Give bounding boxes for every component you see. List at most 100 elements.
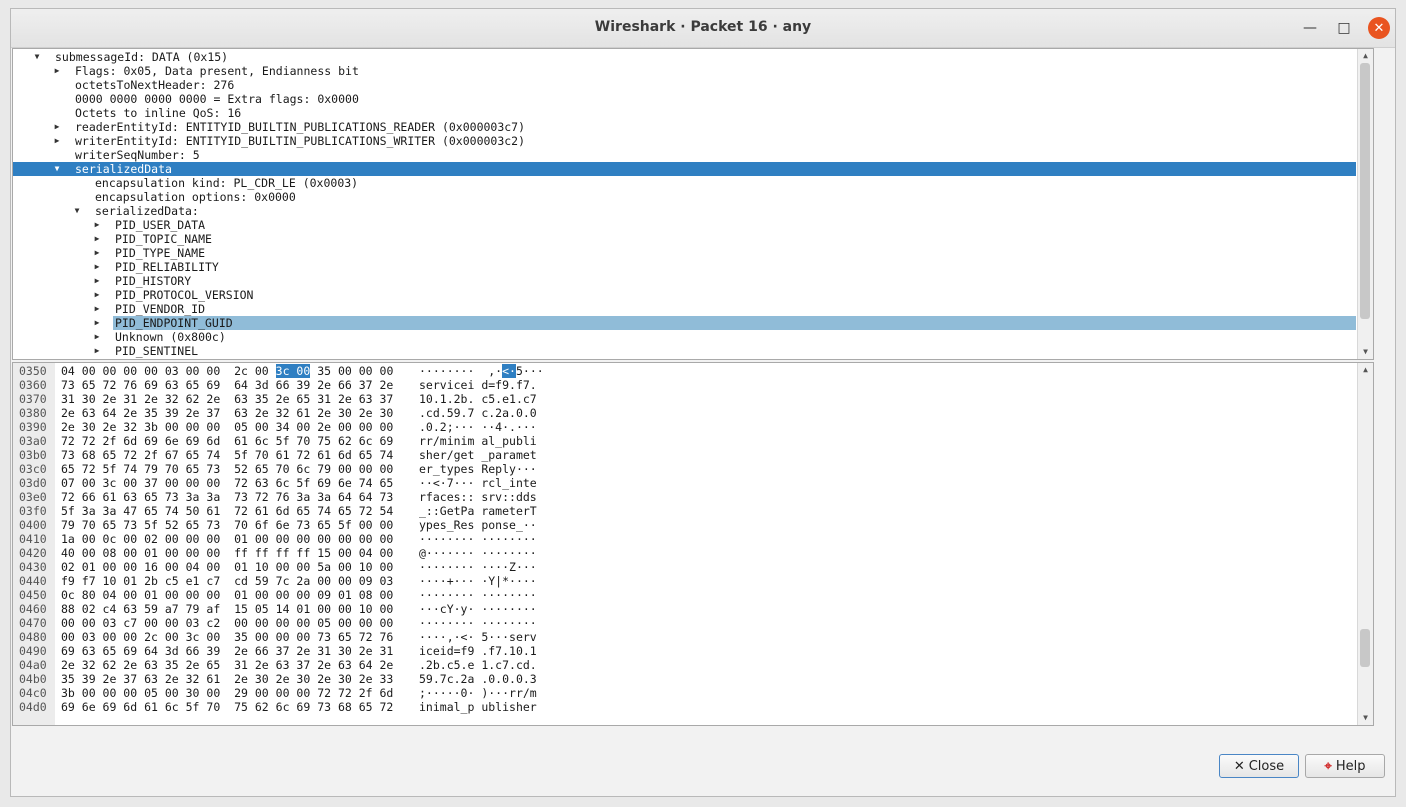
packet-details-tree[interactable]: ▲ ▼ ▼ submessageId: DATA (0x15) ▶ Flags: 0x… [12,48,1374,360]
ascii-bytes[interactable]: ········ ,·<·5··· [419,364,544,378]
hex-bytes[interactable]: 07 00 3c 00 37 00 00 00 72 63 6c 5f 69 6… [61,476,393,490]
hex-row[interactable]: 04b0 35 39 2e 37 63 2e 32 61 2e 30 2e 30 … [13,672,1353,686]
ascii-bytes[interactable]: @······· ········ [419,546,537,560]
ascii-bytes[interactable]: ····,·<· 5···serv [419,630,537,644]
tree-row[interactable]: ▶ PID_TOPIC_NAME [13,232,1356,246]
ascii-bytes[interactable]: er_types Reply··· [419,462,537,476]
hex-row[interactable]: 0430 02 01 00 00 16 00 04 00 01 10 00 00 … [13,560,1353,574]
ascii-bytes[interactable]: servicei d=f9.f7. [419,378,537,392]
tree-row[interactable]: ▶ PID_PROTOCOL_VERSION [13,288,1356,302]
hex-bytes[interactable]: 73 68 65 72 2f 67 65 74 5f 70 61 72 61 6… [61,448,393,462]
hex-row[interactable]: 0360 73 65 72 76 69 63 65 69 64 3d 66 39 … [13,378,1353,392]
triangle-right-icon[interactable]: ▶ [92,246,102,260]
tree-row[interactable]: ▶ readerEntityId: ENTITYID_BUILTIN_PUBLIC… [13,120,1356,134]
ascii-bytes[interactable]: ··<·7··· rcl_inte [419,476,537,490]
bytes-scroll-thumb[interactable] [1360,629,1370,667]
hex-row[interactable]: 0420 40 00 08 00 01 00 00 00 ff ff ff ff … [13,546,1353,560]
scroll-down-icon[interactable]: ▼ [1358,345,1373,359]
ascii-bytes[interactable]: .0.2;··· ··4·.··· [419,420,537,434]
scroll-up-icon[interactable]: ▲ [1358,363,1373,377]
hex-row[interactable]: 03b0 73 68 65 72 2f 67 65 74 5f 70 61 72 … [13,448,1353,462]
hex-row[interactable]: 0480 00 03 00 00 2c 00 3c 00 35 00 00 00 … [13,630,1353,644]
hex-bytes[interactable]: 02 01 00 00 16 00 04 00 01 10 00 00 5a 0… [61,560,393,574]
hex-row[interactable]: 0410 1a 00 0c 00 02 00 00 00 01 00 00 00 … [13,532,1353,546]
tree-row[interactable]: ▶ Unknown (0x800c) [13,330,1356,344]
hex-bytes[interactable]: 72 66 61 63 65 73 3a 3a 73 72 76 3a 3a 6… [61,490,393,504]
tree-scrollbar[interactable]: ▲ ▼ [1357,49,1373,359]
hex-row[interactable]: 03e0 72 66 61 63 65 73 3a 3a 73 72 76 3a … [13,490,1353,504]
hex-bytes[interactable]: 88 02 c4 63 59 a7 79 af 15 05 14 01 00 0… [61,602,393,616]
hex-bytes[interactable]: 2e 63 64 2e 35 39 2e 37 63 2e 32 61 2e 3… [61,406,393,420]
hex-bytes[interactable]: 72 72 2f 6d 69 6e 69 6d 61 6c 5f 70 75 6… [61,434,393,448]
tree-row[interactable]: encapsulation kind: PL_CDR_LE (0x0003) [13,176,1356,190]
triangle-right-icon[interactable]: ▶ [92,330,102,344]
triangle-right-icon[interactable]: ▶ [92,274,102,288]
ascii-bytes[interactable]: ····+··· ·Y|*···· [419,574,537,588]
hex-bytes[interactable]: 79 70 65 73 5f 52 65 73 70 6f 6e 73 65 5… [61,518,393,532]
tree-row[interactable]: ▶ PID_RELIABILITY [13,260,1356,274]
tree-row[interactable]: ▶ PID_TYPE_NAME [13,246,1356,260]
hex-bytes[interactable]: 1a 00 0c 00 02 00 00 00 01 00 00 00 00 0… [61,532,393,546]
ascii-bytes[interactable]: ···cY·y· ········ [419,602,537,616]
hex-bytes[interactable]: f9 f7 10 01 2b c5 e1 c7 cd 59 7c 2a 00 0… [61,574,393,588]
triangle-right-icon[interactable]: ▶ [52,120,62,134]
ascii-bytes[interactable]: ;·····0· )···rr/m [419,686,537,700]
hex-bytes[interactable]: 69 63 65 69 64 3d 66 39 2e 66 37 2e 31 3… [61,644,393,658]
triangle-down-icon[interactable]: ▼ [52,162,62,176]
hex-row[interactable]: 04c0 3b 00 00 00 05 00 30 00 29 00 00 00 … [13,686,1353,700]
maximize-icon[interactable]: □ [1333,17,1355,39]
ascii-bytes[interactable]: sher/get _paramet [419,448,537,462]
hex-bytes[interactable]: 31 30 2e 31 2e 32 62 2e 63 35 2e 65 31 2… [61,392,393,406]
tree-row[interactable]: ▼ submessageId: DATA (0x15) [13,50,1356,64]
close-icon[interactable]: ✕ [1368,17,1390,39]
hex-bytes[interactable]: 40 00 08 00 01 00 00 00 ff ff ff ff 15 0… [61,546,393,560]
triangle-right-icon[interactable]: ▶ [52,134,62,148]
ascii-bytes[interactable]: inimal_p ublisher [419,700,537,714]
tree-scroll-thumb[interactable] [1360,63,1370,319]
tree-row[interactable]: ▼ serializedData: [13,204,1356,218]
hex-row[interactable]: 03c0 65 72 5f 74 79 70 65 73 52 65 70 6c … [13,462,1353,476]
ascii-bytes[interactable]: ········ ········ [419,588,537,602]
tree-row[interactable]: ▶ PID_VENDOR_ID [13,302,1356,316]
tree-row[interactable]: octetsToNextHeader: 276 [13,78,1356,92]
triangle-right-icon[interactable]: ▶ [92,302,102,316]
tree-row[interactable]: 0000 0000 0000 0000 = Extra flags: 0x000… [13,92,1356,106]
ascii-bytes[interactable]: ypes_Res ponse_·· [419,518,537,532]
triangle-right-icon[interactable]: ▶ [52,64,62,78]
triangle-right-icon[interactable]: ▶ [92,288,102,302]
scroll-down-icon[interactable]: ▼ [1358,711,1373,725]
close-button[interactable]: ✕ Close [1219,754,1299,778]
hex-row[interactable]: 0440 f9 f7 10 01 2b c5 e1 c7 cd 59 7c 2a … [13,574,1353,588]
hex-row[interactable]: 0370 31 30 2e 31 2e 32 62 2e 63 35 2e 65 … [13,392,1353,406]
triangle-right-icon[interactable]: ▶ [92,260,102,274]
ascii-bytes[interactable]: ········ ········ [419,532,537,546]
hex-row[interactable]: 0490 69 63 65 69 64 3d 66 39 2e 66 37 2e … [13,644,1353,658]
hex-row[interactable]: 0380 2e 63 64 2e 35 39 2e 37 63 2e 32 61 … [13,406,1353,420]
title-bar[interactable]: Wireshark · Packet 16 · any — □ ✕ [11,9,1395,48]
hex-row[interactable]: 0470 00 00 03 c7 00 00 03 c2 00 00 00 00 … [13,616,1353,630]
ascii-bytes[interactable]: rfaces:: srv::dds [419,490,537,504]
hex-bytes[interactable]: 73 65 72 76 69 63 65 69 64 3d 66 39 2e 6… [61,378,393,392]
hex-bytes[interactable]: 00 03 00 00 2c 00 3c 00 35 00 00 00 73 6… [61,630,393,644]
tree-row[interactable]: ▶ PID_HISTORY [13,274,1356,288]
tree-row[interactable]: ▼ serializedData [13,162,1356,176]
hex-row[interactable]: 03d0 07 00 3c 00 37 00 00 00 72 63 6c 5f … [13,476,1353,490]
ascii-bytes[interactable]: .cd.59.7 c.2a.0.0 [419,406,537,420]
tree-row[interactable]: ▶ Flags: 0x05, Data present, Endianness b… [13,64,1356,78]
ascii-bytes[interactable]: ········ ····Z··· [419,560,537,574]
hex-bytes[interactable]: 00 00 03 c7 00 00 03 c2 00 00 00 00 05 0… [61,616,393,630]
packet-bytes-pane[interactable]: ▲ ▼ 0350 04 00 00 00 00 03 00 00 2c 00 3c… [12,362,1374,726]
hex-row[interactable]: 0350 04 00 00 00 00 03 00 00 2c 00 3c 00 … [13,364,1353,378]
hex-row[interactable]: 03f0 5f 3a 3a 47 65 74 50 61 72 61 6d 65 … [13,504,1353,518]
hex-row[interactable]: 0450 0c 80 04 00 01 00 00 00 01 00 00 00 … [13,588,1353,602]
tree-row[interactable]: ▶ writerEntityId: ENTITYID_BUILTIN_PUBLIC… [13,134,1356,148]
ascii-bytes[interactable]: _::GetPa rameterT [419,504,537,518]
triangle-right-icon[interactable]: ▶ [92,344,102,358]
tree-row[interactable]: writerSeqNumber: 5 [13,148,1356,162]
minimize-icon[interactable]: — [1299,17,1321,39]
hex-bytes[interactable]: 65 72 5f 74 79 70 65 73 52 65 70 6c 79 0… [61,462,393,476]
hex-bytes[interactable]: 35 39 2e 37 63 2e 32 61 2e 30 2e 30 2e 3… [61,672,393,686]
ascii-bytes[interactable]: rr/minim al_publi [419,434,537,448]
hex-row[interactable]: 04d0 69 6e 69 6d 61 6c 5f 70 75 62 6c 69 … [13,700,1353,714]
tree-row[interactable]: Octets to inline QoS: 16 [13,106,1356,120]
